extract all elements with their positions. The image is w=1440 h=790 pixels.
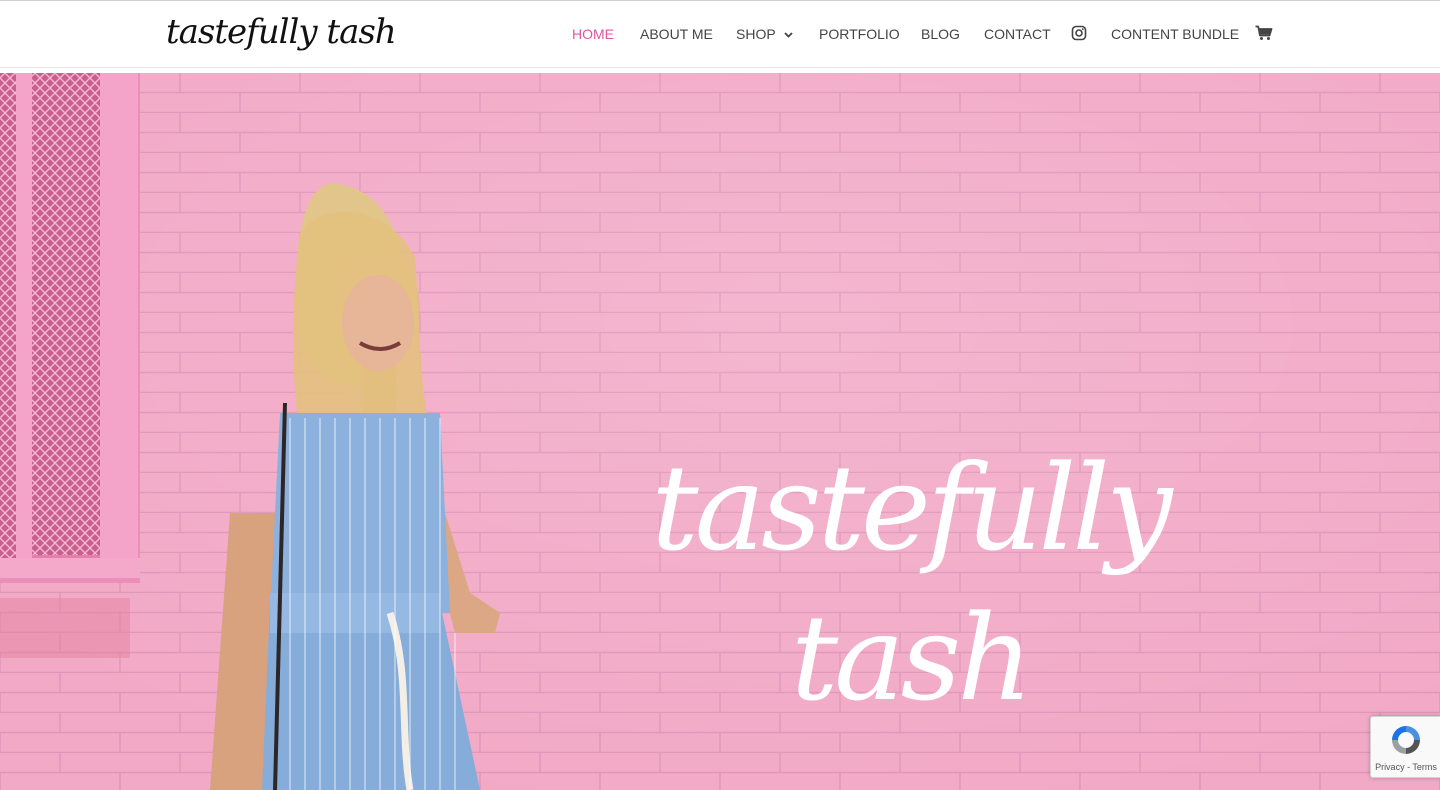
nav-contact[interactable]: CONTACT — [984, 23, 1051, 45]
nav-content-bundle[interactable]: CONTENT BUNDLE — [1111, 23, 1239, 45]
nav-blog[interactable]: BLOG — [921, 23, 960, 45]
instagram-icon[interactable] — [1071, 25, 1089, 43]
recaptcha-links: Privacy - Terms — [1371, 762, 1440, 772]
nav-shop-label: SHOP — [736, 26, 776, 42]
chevron-down-icon — [784, 32, 793, 38]
recaptcha-icon — [1392, 726, 1420, 754]
recaptcha-terms-link[interactable]: Terms — [1412, 762, 1437, 772]
main-nav: HOME ABOUT ME SHOP PORTFOLIO BLOG CONTAC… — [0, 1, 1440, 67]
nav-home[interactable]: HOME — [572, 23, 614, 45]
shopping-cart-icon[interactable] — [1255, 25, 1273, 43]
hero-banner: tastefully tash — [0, 73, 1440, 790]
nav-shop[interactable]: SHOP — [736, 23, 793, 45]
recaptcha-badge[interactable]: Privacy - Terms — [1370, 716, 1440, 778]
nav-portfolio[interactable]: PORTFOLIO — [819, 23, 900, 45]
hero-wordmark: tastefully tash — [651, 439, 1172, 727]
recaptcha-privacy-link[interactable]: Privacy — [1375, 762, 1405, 772]
nav-about-me[interactable]: ABOUT ME — [640, 23, 713, 45]
site-header: tastefully tash HOME ABOUT ME SHOP PORTF… — [0, 1, 1440, 68]
